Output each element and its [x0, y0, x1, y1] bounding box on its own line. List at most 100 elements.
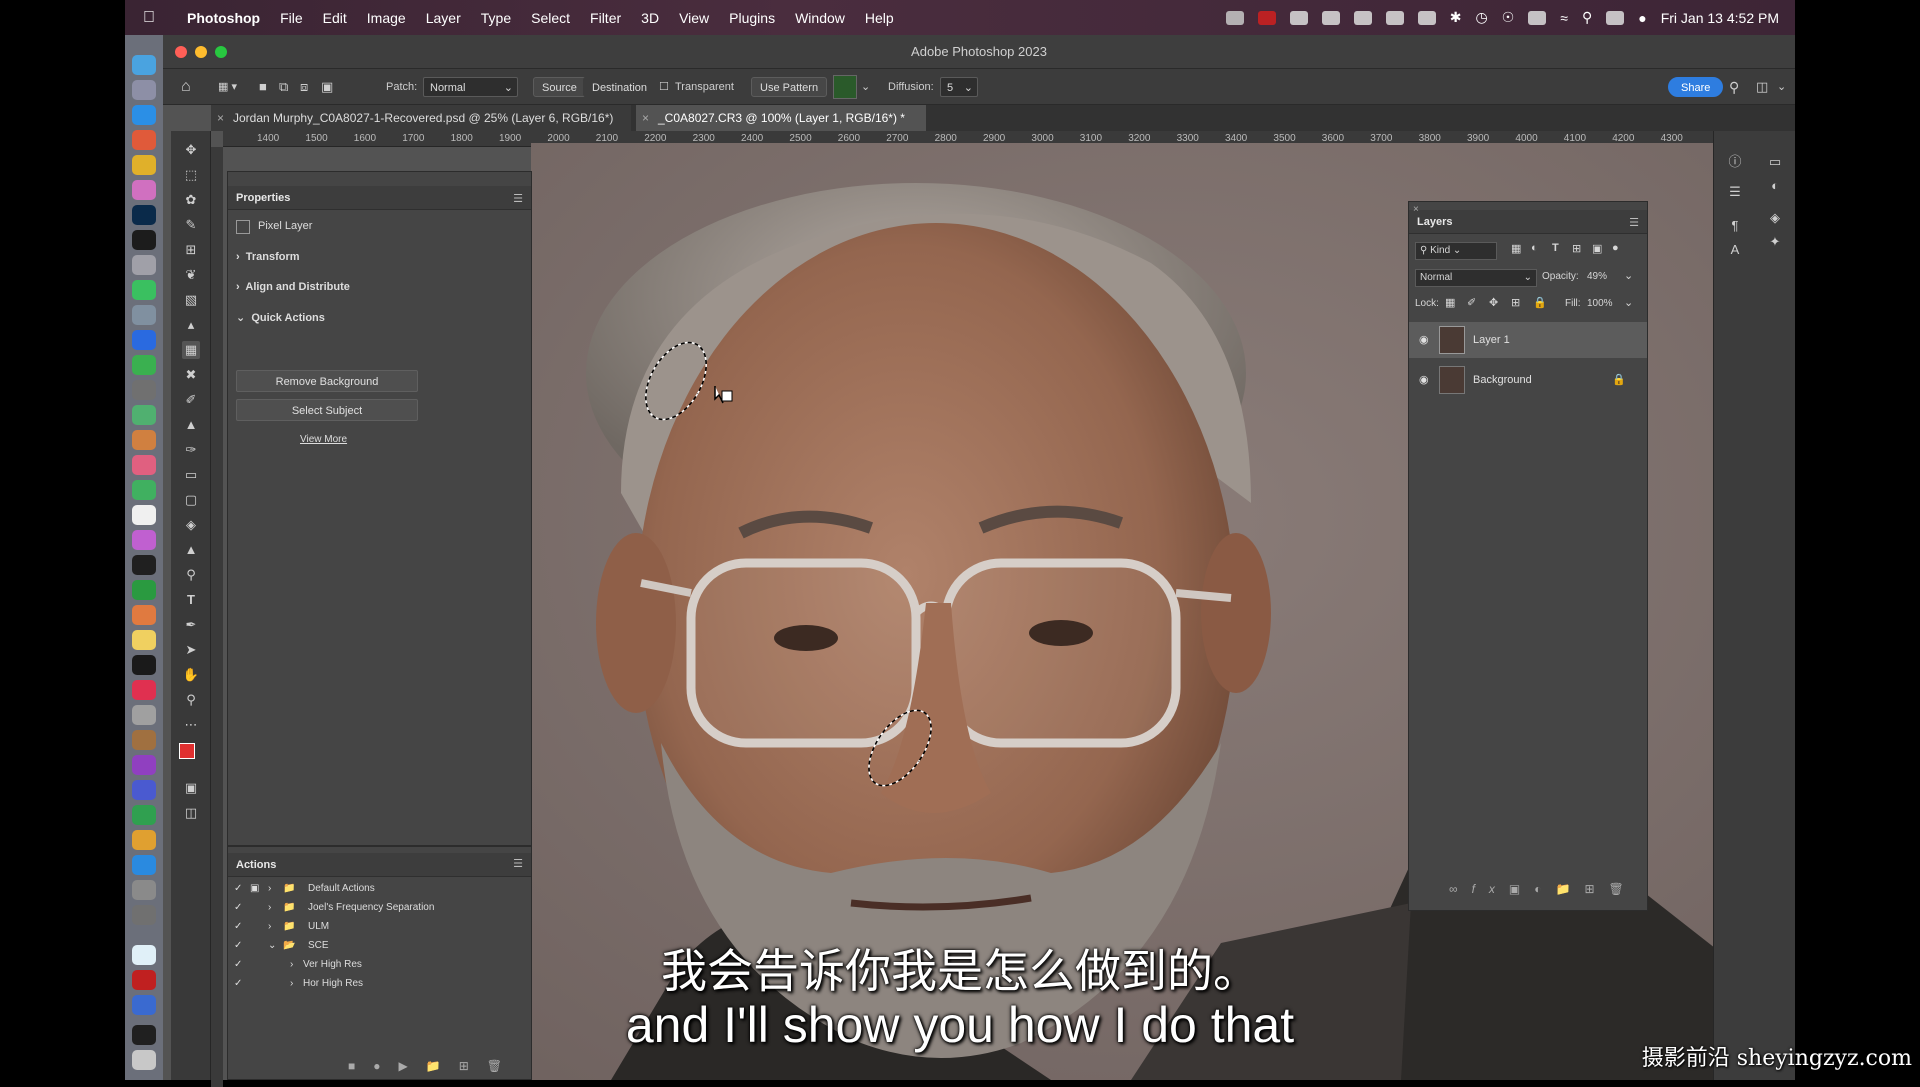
- lock-transparent-icon[interactable]: ▦: [1445, 296, 1455, 309]
- move-tool-icon[interactable]: ✥: [182, 141, 200, 159]
- menu-select[interactable]: Select: [531, 10, 570, 26]
- pattern-chevron-icon[interactable]: ⌄: [861, 77, 870, 97]
- tab-cr3-document[interactable]: × _C0A8027.CR3 @ 100% (Layer 1, RGB/16*)…: [636, 105, 926, 131]
- pinwheel-icon[interactable]: [132, 455, 156, 475]
- screen-share-icon[interactable]: [1354, 11, 1372, 25]
- fill-chevron-icon[interactable]: ⌄: [1624, 296, 1633, 309]
- apple-icon[interactable]: : [143, 9, 165, 27]
- content-aware-move-icon[interactable]: ✖: [182, 366, 200, 384]
- search-icon[interactable]: ⚲: [1729, 77, 1739, 97]
- display-icon[interactable]: [1290, 11, 1308, 25]
- link-layers-icon[interactable]: ∞: [1449, 882, 1472, 896]
- add-mask-icon[interactable]: ▣: [1509, 882, 1534, 896]
- spotlight-icon[interactable]: ⚲: [1582, 9, 1592, 26]
- patch-mode-select[interactable]: Normal⌄: [423, 77, 518, 97]
- delete-layer-icon[interactable]: 🗑: [1609, 882, 1638, 896]
- selection-add-icon[interactable]: ⧉: [279, 77, 288, 97]
- selection-subtract-icon[interactable]: ⧈: [300, 77, 308, 97]
- gradient-tool-icon[interactable]: ▢: [182, 491, 200, 509]
- marquee-tool-icon[interactable]: ⬚: [182, 166, 200, 184]
- stamp-tool-icon[interactable]: ▲: [182, 416, 200, 434]
- opacity-chevron-icon[interactable]: ⌄: [1624, 269, 1633, 282]
- quick-select-tool-icon[interactable]: ✎: [182, 216, 200, 234]
- screen-icon[interactable]: [132, 530, 156, 550]
- more-tools-icon[interactable]: ⋯: [182, 716, 200, 734]
- source-button[interactable]: Source: [533, 77, 586, 97]
- close-tab-icon[interactable]: ×: [217, 105, 224, 131]
- home-icon[interactable]: ⌂: [181, 77, 191, 97]
- workspace-icon[interactable]: ◫: [1756, 77, 1768, 97]
- pen-tool-icon[interactable]: ✒: [182, 616, 200, 634]
- menu-type[interactable]: Type: [481, 10, 511, 26]
- search-status-icon[interactable]: [1386, 11, 1404, 25]
- clock-icon[interactable]: ◷: [1476, 9, 1488, 26]
- section-align-distribute[interactable]: › Align and Distribute: [236, 281, 350, 293]
- lasso-tool-icon[interactable]: ✿: [182, 191, 200, 209]
- chrome-icon[interactable]: [132, 155, 156, 175]
- menu-view[interactable]: View: [679, 10, 709, 26]
- facetime-icon[interactable]: [132, 355, 156, 375]
- safari-icon[interactable]: [132, 105, 156, 125]
- menu-help[interactable]: Help: [865, 10, 894, 26]
- patch-tool-icon[interactable]: ▦: [182, 341, 200, 359]
- notes-icon[interactable]: [132, 630, 156, 650]
- sheets-icon[interactable]: [132, 805, 156, 825]
- close-window-button[interactable]: [175, 46, 187, 58]
- layer-lock-icon[interactable]: 🔒: [1612, 362, 1626, 398]
- lock-artboard-icon[interactable]: ⊞: [1511, 296, 1520, 309]
- record-icon[interactable]: ●: [373, 1059, 398, 1073]
- finder-icon[interactable]: [132, 55, 156, 75]
- bluetooth-icon[interactable]: ✱: [1450, 9, 1462, 26]
- panel-menu-icon[interactable]: ☰: [513, 192, 523, 205]
- lock-image-icon[interactable]: ✐: [1467, 296, 1476, 309]
- section-quick-actions[interactable]: ⌄ Quick Actions: [236, 311, 325, 324]
- blur-tool-icon[interactable]: ◈: [182, 516, 200, 534]
- sharpen-tool-icon[interactable]: ▲: [182, 541, 200, 559]
- menu-image[interactable]: Image: [367, 10, 406, 26]
- maximize-window-button[interactable]: [215, 46, 227, 58]
- ruler-tool-icon[interactable]: ▧: [182, 291, 200, 309]
- layer-name[interactable]: Background: [1473, 362, 1532, 398]
- minimize-window-button[interactable]: [195, 46, 207, 58]
- podcasts-icon[interactable]: [132, 755, 156, 775]
- brown-app-icon[interactable]: [132, 730, 156, 750]
- layer-name[interactable]: Layer 1: [1473, 322, 1510, 358]
- creative-cloud-icon[interactable]: [1322, 11, 1340, 25]
- lock-all-icon[interactable]: 🔒: [1533, 296, 1547, 309]
- layers-title[interactable]: Layers: [1409, 210, 1647, 234]
- fx-icon[interactable]: fx: [1472, 882, 1509, 896]
- tools-icon[interactable]: [132, 830, 156, 850]
- filter-smart-icon[interactable]: ▣: [1592, 242, 1602, 255]
- remove-background-button[interactable]: Remove Background: [236, 370, 418, 392]
- menu-edit[interactable]: Edit: [323, 10, 347, 26]
- destination-button[interactable]: Destination: [583, 77, 656, 97]
- action-set-row[interactable]: ✓▣›📁Default Actions: [228, 880, 513, 898]
- fill-input[interactable]: 100%: [1587, 298, 1613, 309]
- path-select-tool-icon[interactable]: ➤: [182, 641, 200, 659]
- screen-mode-icon[interactable]: ◫: [182, 804, 200, 822]
- type-tool-icon[interactable]: T: [182, 591, 200, 609]
- paths-icon[interactable]: ✦: [1766, 233, 1784, 251]
- new-layer-icon[interactable]: ⊞: [1584, 882, 1608, 896]
- visibility-eye-icon[interactable]: ◉: [1419, 362, 1429, 398]
- crop-tool-icon[interactable]: ⊞: [182, 241, 200, 259]
- layer-row-background[interactable]: ◉ Background 🔒: [1409, 362, 1647, 398]
- music-icon[interactable]: [132, 680, 156, 700]
- quick-mask-icon[interactable]: ▣: [182, 779, 200, 797]
- camera-icon[interactable]: [132, 255, 156, 275]
- properties-title[interactable]: Properties: [228, 186, 531, 210]
- visibility-eye-icon[interactable]: ◉: [1419, 322, 1429, 358]
- battery-icon[interactable]: [1528, 11, 1546, 25]
- filter-adjust-icon[interactable]: ◐: [1531, 242, 1538, 254]
- app-store-icon[interactable]: [132, 855, 156, 875]
- calculator-icon[interactable]: [132, 380, 156, 400]
- filter-shape-icon[interactable]: ⊞: [1572, 242, 1581, 255]
- messages-icon[interactable]: [132, 280, 156, 300]
- dodge-tool-icon[interactable]: ⚲: [182, 566, 200, 584]
- control-center-icon[interactable]: [1606, 11, 1624, 25]
- stop-icon[interactable]: ■: [348, 1059, 373, 1073]
- play-icon[interactable]: ▶: [399, 1059, 426, 1073]
- dropbox-dock-icon[interactable]: [132, 330, 156, 350]
- notification-icon[interactable]: [1418, 11, 1436, 25]
- layers-menu-icon[interactable]: ☰: [1629, 216, 1639, 229]
